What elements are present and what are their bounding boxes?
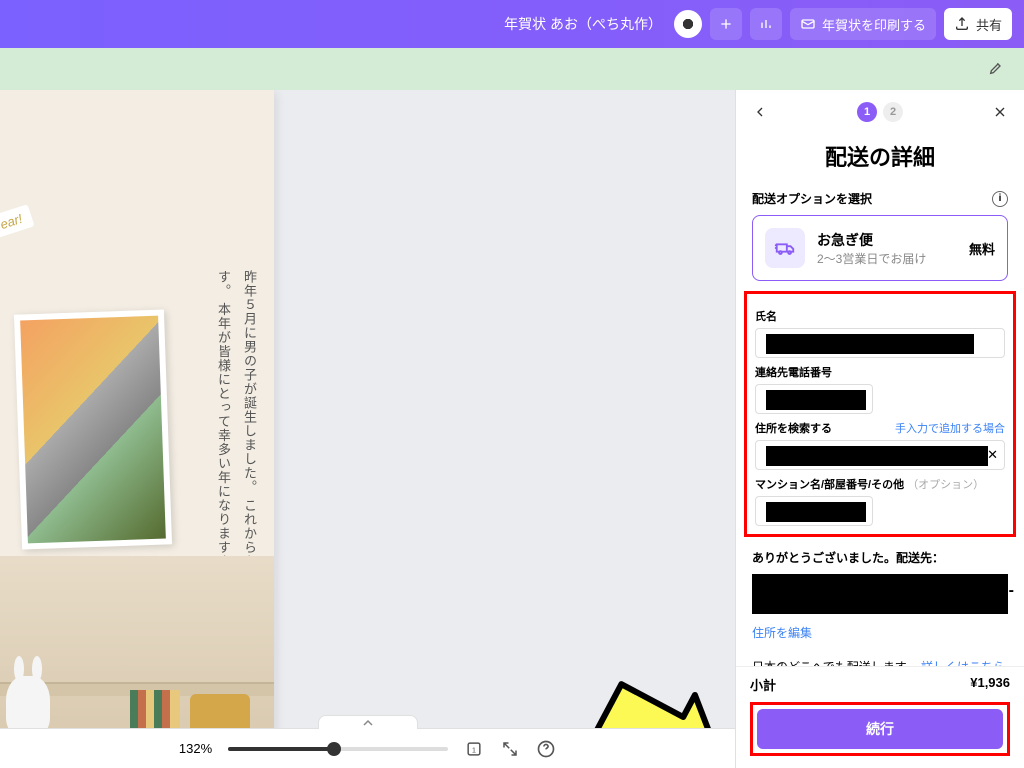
edit-address-link[interactable]: 住所を編集: [752, 624, 812, 641]
user-avatar[interactable]: [674, 10, 702, 38]
postcard-design[interactable]: ear! 昨年５月に男の子が誕生しました。 これからも家族共々よろしくお願いいた…: [0, 90, 274, 768]
help-icon: [536, 739, 556, 759]
print-label: 年賀状を印刷する: [822, 15, 926, 34]
analytics-button[interactable]: [750, 8, 782, 40]
zoom-slider[interactable]: [228, 747, 448, 751]
print-button[interactable]: 年賀状を印刷する: [790, 8, 936, 40]
shipping-note: 日本のどこへでも配送します。 詳しくはこちら: [752, 658, 1008, 666]
subtotal-value: ¥1,936: [970, 675, 1010, 694]
info-icon[interactable]: i: [992, 191, 1008, 207]
subtotal-label: 小計: [750, 675, 776, 694]
panel-title: 配送の詳細: [752, 140, 1008, 172]
thank-you-text: ありがとうございました。配送先：: [752, 549, 1008, 566]
address-summary: [752, 574, 1008, 614]
sidebar-content: 配送の詳細 配送オプションを選択 i お急ぎ便 2〜3営業日でお届け 無料 氏名…: [736, 134, 1024, 666]
step-indicator: 1 2: [857, 102, 903, 122]
continue-button[interactable]: 続行: [757, 709, 1003, 749]
shipping-price: 無料: [969, 239, 995, 258]
shipping-option-express[interactable]: お急ぎ便 2〜3営業日でお届け 無料: [752, 215, 1008, 281]
share-button[interactable]: 共有: [944, 8, 1012, 40]
top-bar: 年賀状 あお（ぺち丸作） 年賀状を印刷する 共有: [0, 0, 1024, 48]
step-1[interactable]: 1: [857, 102, 877, 122]
truck-icon: [765, 228, 805, 268]
corner-tag: ear!: [0, 204, 35, 239]
step-2[interactable]: 2: [883, 102, 903, 122]
baby-photo: [20, 316, 166, 544]
chevron-up-icon: [362, 719, 374, 727]
canvas-area[interactable]: ear! 昨年５月に男の子が誕生しました。 これからも家族共々よろしくお願いいた…: [0, 90, 735, 768]
add-button[interactable]: [710, 8, 742, 40]
shipping-subtitle: 2〜3営業日でお届け: [817, 250, 957, 267]
checkout-sidebar: 1 2 配送の詳細 配送オプションを選択 i お急ぎ便 2〜3営業日でお届け 無…: [735, 90, 1024, 768]
chevron-left-icon[interactable]: [752, 104, 768, 120]
zoom-level[interactable]: 132%: [179, 741, 212, 756]
subtotal-row: 小計 ¥1,936: [750, 675, 1010, 694]
form-highlight-box: 氏名 連絡先電話番号 住所を検索する 手入力で追加する場合 ✕ マンション名/部…: [744, 291, 1016, 537]
shipping-name: お急ぎ便: [817, 230, 957, 250]
share-label: 共有: [976, 15, 1002, 34]
name-label: 氏名: [755, 308, 1005, 324]
phone-input[interactable]: [755, 384, 873, 414]
envelope-icon: [800, 16, 816, 32]
expand-icon: [501, 740, 519, 758]
unit-input[interactable]: [755, 496, 873, 526]
shipping-option-label: 配送オプションを選択 i: [752, 190, 1008, 207]
clear-icon[interactable]: ✕: [987, 447, 998, 463]
expand-tab[interactable]: [318, 715, 418, 729]
svg-text:1: 1: [472, 745, 476, 754]
unit-label: マンション名/部屋番号/その他 （オプション）: [755, 476, 1005, 492]
plus-icon: [718, 16, 734, 32]
help-button[interactable]: [536, 739, 556, 759]
fullscreen-button[interactable]: [500, 739, 520, 759]
sidebar-header: 1 2: [736, 90, 1024, 134]
photo-frame: [14, 309, 172, 549]
bottom-toolbar: 132% 1: [0, 728, 735, 768]
phone-label: 連絡先電話番号: [755, 364, 1005, 380]
upload-icon: [954, 16, 970, 32]
chart-icon: [758, 16, 774, 32]
pencil-icon[interactable]: [988, 60, 1004, 76]
manual-address-link[interactable]: 手入力で追加する場合: [895, 420, 1005, 436]
page-count-button[interactable]: 1: [464, 739, 484, 759]
address-search-label: 住所を検索する 手入力で追加する場合: [755, 420, 1005, 436]
notification-bar: [0, 48, 1024, 90]
continue-highlight-box: 続行: [750, 702, 1010, 756]
sidebar-footer: 小計 ¥1,936 続行: [736, 666, 1024, 768]
document-title: 年賀状 あお（ぺち丸作）: [504, 14, 662, 34]
close-icon[interactable]: [992, 104, 1008, 120]
address-search-input[interactable]: ✕: [755, 440, 1005, 470]
name-input[interactable]: [755, 328, 1005, 358]
